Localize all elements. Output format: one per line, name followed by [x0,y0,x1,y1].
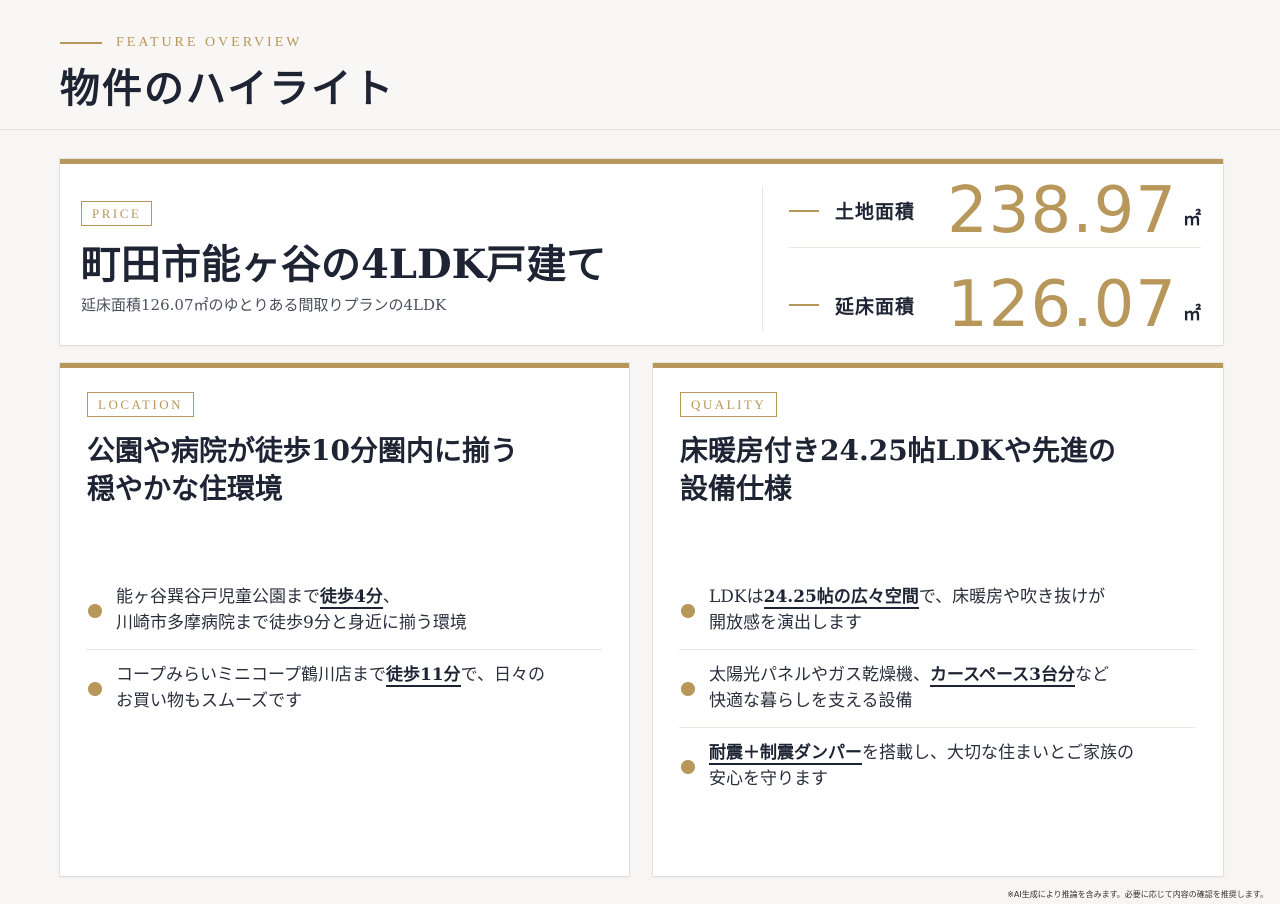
eyebrow-text: FEATURE OVERVIEW [116,35,303,50]
title-line: 穏やかな住環境 [87,472,284,505]
quality-title: 床暖房付き24.25帖LDKや先進の 設備仕様 [680,432,1200,508]
title-line: 床暖房付き24.25帖LDKや先進の [680,434,1116,467]
item-text-line2: お買い物もスムーズです [116,691,303,711]
item-text: コープみらいミニコープ鶴川店まで [116,665,386,685]
bullet-dot [681,603,695,618]
item-text: で、床暖房や吹き抜けが [918,587,1106,607]
item-highlight: 24.25帖の広々空間 [763,587,919,609]
price-card: PRICE 町田市能ヶ谷の4LDK戸建て 延床面積126.07㎡のゆとりある間取… [60,159,1223,345]
list-item: 耐震＋制震ダンパーを搭載し、大切な住まいとご家族の 安心を守ります [679,728,1195,805]
bullet-dot [681,681,695,696]
property-subtitle: 延床面積126.07㎡のゆとりある間取りプランの4LDK [81,296,447,314]
eyebrow-line [60,42,102,44]
quality-card: QUALITY 床暖房付き24.25帖LDKや先進の 設備仕様 LDKは24.2… [653,363,1223,876]
stat-unit: ㎡ [1183,304,1201,325]
location-title: 公園や病院が徒歩10分圏内に揃う 穏やかな住環境 [87,432,607,508]
item-text: LDKは [709,587,764,607]
stat-dash [789,209,819,212]
location-card: LOCATION 公園や病院が徒歩10分圏内に揃う 穏やかな住環境 能ヶ谷巽谷戸… [60,363,629,876]
item-highlight: カースペース3台分 [930,665,1075,687]
title-line: 設備仕様 [680,472,793,505]
vertical-divider [762,186,763,331]
footnote: ※AI生成により推論を含みます。必要に応じて内容の確認を推奨します。 [1007,890,1268,899]
item-text: 能ヶ谷巽谷戸児童公園まで [116,587,320,607]
page-header: FEATURE OVERVIEW 物件のハイライト [0,0,1280,130]
item-text: で、日々の [460,665,545,685]
quality-list: LDKは24.25帖の広々空間で、床暖房や吹き抜けが 開放感を演出します 太陽光… [679,572,1195,805]
stat-dash [789,304,819,306]
stat-value: 126.07 [947,268,1177,342]
list-item: 太陽光パネルやガス乾燥機、カースペース3台分など 快適な暮らしを支える設備 [679,650,1195,728]
list-item: 能ヶ谷巽谷戸児童公園まで徒歩4分、 川崎市多摩病院まで徒歩9分と身近に揃う環境 [86,572,602,650]
item-text-line2: 安心を守ります [709,769,828,789]
stat-floor-area: 延床面積 126.07 ㎡ [789,268,1201,342]
bullet-dot [681,759,695,774]
stat-unit: ㎡ [1183,209,1201,230]
location-list: 能ヶ谷巽谷戸児童公園まで徒歩4分、 川崎市多摩病院まで徒歩9分と身近に揃う環境 … [86,572,602,727]
list-item: コープみらいミニコープ鶴川店まで徒歩11分で、日々の お買い物もスムーズです [86,650,602,727]
bullet-dot [88,681,102,696]
list-item: LDKは24.25帖の広々空間で、床暖房や吹き抜けが 開放感を演出します [679,572,1195,650]
item-highlight: 徒歩4分 [320,587,383,609]
page-title: 物件のハイライト [60,65,396,112]
location-tag: LOCATION [87,392,194,417]
item-text-line2: 開放感を演出します [709,613,862,633]
stat-label: 土地面積 [835,201,916,223]
item-text: 、 [382,587,400,607]
eyebrow: FEATURE OVERVIEW [60,35,302,51]
bullet-dot [88,603,102,618]
item-text: を搭載し、大切な住まいとご家族の [862,743,1134,763]
stat-value: 238.97 [947,173,1177,248]
item-text-line2: 川崎市多摩病院まで徒歩9分と身近に揃う環境 [116,613,467,633]
stat-land-area: 土地面積 238.97 ㎡ [789,174,1201,248]
property-headline: 町田市能ヶ谷の4LDK戸建て [81,241,607,288]
item-highlight: 徒歩11分 [385,665,461,687]
item-text-line2: 快適な暮らしを支える設備 [709,691,913,711]
stat-label: 延床面積 [835,295,916,318]
item-highlight: 耐震＋制震ダンパー [709,743,862,765]
quality-tag: QUALITY [680,392,778,417]
item-text: 太陽光パネルやガス乾燥機、 [709,665,930,685]
price-tag: PRICE [81,201,153,226]
title-line: 公園や病院が徒歩10分圏内に揃う [87,434,518,467]
item-text: など [1074,665,1109,685]
